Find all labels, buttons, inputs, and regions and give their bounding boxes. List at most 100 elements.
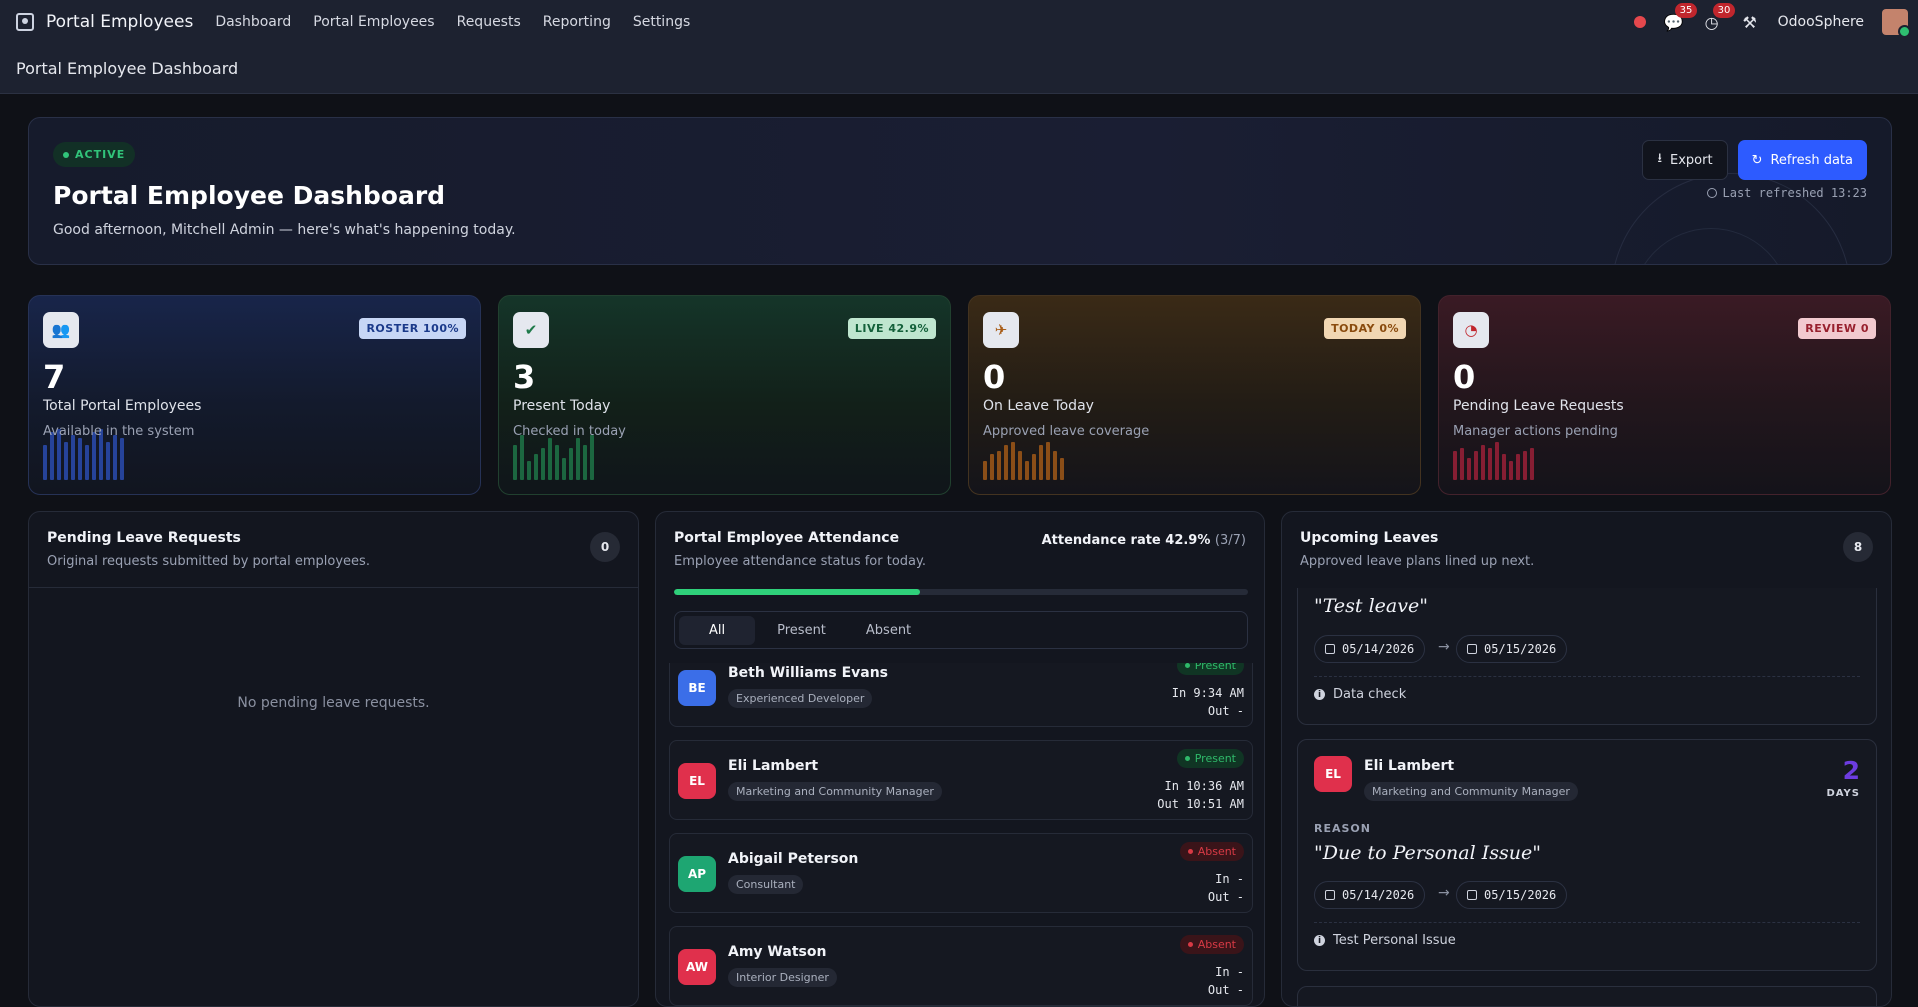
refresh-icon: ↻ xyxy=(1751,152,1763,168)
refresh-data-button[interactable]: ↻ Refresh data xyxy=(1737,140,1867,180)
check-times: In 10:36 AM Out 10:51 AM xyxy=(1157,777,1244,813)
kpi-on-leave-today[interactable]: ✈ TODAY 0% 0 On Leave Today Approved lea… xyxy=(968,295,1421,495)
check-out: Out - xyxy=(1207,890,1244,904)
sparkline-bar xyxy=(92,432,96,480)
status-dot-icon xyxy=(1184,756,1190,761)
sparkline-bar xyxy=(106,442,110,480)
nav-reporting[interactable]: Reporting xyxy=(543,14,611,30)
sparkline-bar xyxy=(1509,461,1513,480)
users-icon: 👥 xyxy=(43,312,79,348)
nav-settings[interactable]: Settings xyxy=(633,14,690,30)
app-icon[interactable] xyxy=(16,13,34,31)
status-dot-icon xyxy=(1187,849,1193,854)
app-brand[interactable]: Portal Employees xyxy=(46,12,193,32)
leave-days: 2 xyxy=(1842,756,1860,785)
kpi-total-employees[interactable]: 👥 ROSTER 100% 7 Total Portal Employees A… xyxy=(28,295,481,495)
kpi-value: 7 xyxy=(43,358,66,396)
status-dot-icon xyxy=(1184,663,1190,668)
nav-requests[interactable]: Requests xyxy=(457,14,521,30)
sparkline-bar xyxy=(1523,451,1527,480)
kpi-badge: ROSTER 100% xyxy=(359,318,466,339)
reason-label: REASON xyxy=(1314,822,1371,835)
info-icon: i xyxy=(1314,689,1325,700)
job-title-tag: Interior Designer xyxy=(728,968,837,987)
export-button[interactable]: ⭳ Export xyxy=(1642,140,1728,180)
calendar-icon xyxy=(1467,890,1477,900)
sparkline-bar xyxy=(1060,458,1064,480)
sparkline-bar xyxy=(562,458,566,480)
company-switcher[interactable]: OdooSphere xyxy=(1778,14,1864,30)
job-title-tag: Experienced Developer xyxy=(728,689,873,708)
check-out: Out - xyxy=(1207,983,1244,997)
avatar: AP xyxy=(678,856,716,892)
leave-card[interactable]: EL Eli Lambert Marketing and Community M… xyxy=(1297,739,1877,971)
sparkline-bar xyxy=(548,438,552,480)
attendance-rate-fraction: (3/7) xyxy=(1214,533,1246,548)
nav-dashboard[interactable]: Dashboard xyxy=(215,14,291,30)
attendance-panel: Portal Employee Attendance Employee atte… xyxy=(655,511,1265,1007)
attendance-row[interactable]: BE Beth Williams Evans Experienced Devel… xyxy=(669,663,1253,727)
top-navbar: Portal Employees Dashboard Portal Employ… xyxy=(0,0,1918,44)
status-label: ACTIVE xyxy=(75,148,126,161)
sparkline-bar xyxy=(513,445,517,480)
status-badge: Present xyxy=(1176,749,1244,768)
recording-dot-icon[interactable] xyxy=(1633,16,1646,28)
leave-note: i Data check xyxy=(1314,687,1406,702)
kpi-badge: TODAY 0% xyxy=(1324,318,1406,339)
messages-icon[interactable]: 💬 35 xyxy=(1664,3,1698,32)
page-title: Portal Employee Dashboard xyxy=(53,181,446,210)
date-to: 05/15/2026 xyxy=(1456,881,1568,909)
date-from-text: 05/14/2026 xyxy=(1342,642,1415,656)
sparkline-bar xyxy=(120,438,124,480)
refresh-label: Refresh data xyxy=(1770,152,1853,168)
calendar-icon xyxy=(1325,644,1335,654)
check-in: In - xyxy=(1215,965,1244,979)
tab-all[interactable]: All xyxy=(679,615,756,645)
clock-icon xyxy=(1706,188,1717,198)
attendance-row[interactable]: AW Amy Watson Interior Designer Absent I… xyxy=(669,926,1253,1006)
employee-name: Eli Lambert xyxy=(728,758,819,774)
check-out: Out 10:51 AM xyxy=(1157,797,1244,811)
sparkline-bar xyxy=(64,442,68,480)
sparkline-bar xyxy=(1488,448,1492,480)
kpi-pending-requests[interactable]: ◔ REVIEW 0 0 Pending Leave Requests Mana… xyxy=(1438,295,1891,495)
attendance-row[interactable]: EL Eli Lambert Marketing and Community M… xyxy=(669,740,1253,820)
sparkline-bar xyxy=(576,438,580,480)
sparkline-bar xyxy=(1018,451,1022,480)
calendar-icon xyxy=(1325,890,1335,900)
tab-absent[interactable]: Absent xyxy=(848,616,929,645)
status-label: Absent xyxy=(1197,845,1236,858)
sparkline-bar xyxy=(113,435,117,480)
kpi-value: 0 xyxy=(983,358,1006,396)
employee-name: Amy Watson xyxy=(728,944,827,960)
greeting-text: Good afternoon, Mitchell Admin — here's … xyxy=(53,222,516,238)
tab-present[interactable]: Present xyxy=(759,616,844,645)
sparkline-bar xyxy=(1460,448,1464,480)
panel-subtitle: Employee attendance status for today. xyxy=(674,554,926,569)
activities-icon[interactable]: ◷ 30 xyxy=(1702,3,1736,32)
attendance-row[interactable]: AP Abigail Peterson Consultant Absent In… xyxy=(669,833,1253,913)
attendance-rate: Attendance rate 42.9% (3/7) xyxy=(1042,533,1246,548)
sparkline-bar xyxy=(990,454,994,480)
kpi-present-today[interactable]: ✔ LIVE 42.9% 3 Present Today Checked in … xyxy=(498,295,951,495)
check-out: Out - xyxy=(1207,704,1244,718)
last-refreshed: Last refreshed 13:23 xyxy=(1706,186,1867,200)
employee-name: Eli Lambert xyxy=(1364,758,1455,774)
job-title-tag: Consultant xyxy=(728,875,804,894)
count-badge: 8 xyxy=(1843,532,1873,562)
panel-subtitle: Original requests submitted by portal em… xyxy=(47,554,370,569)
check-times: In - Out - xyxy=(1208,963,1244,999)
status-dot-icon xyxy=(1187,942,1193,947)
nav-portal-employees[interactable]: Portal Employees xyxy=(313,14,434,30)
sparkline-bar xyxy=(85,445,89,480)
kpi-value: 3 xyxy=(513,358,536,396)
leave-card[interactable]: REASON "Test leave" 05/14/2026 → 05/15/2… xyxy=(1297,588,1877,725)
leave-card[interactable] xyxy=(1297,986,1877,1006)
panel-title: Pending Leave Requests xyxy=(47,530,241,546)
alert-icon: ◔ xyxy=(1453,312,1489,348)
sparkline-bar xyxy=(1004,445,1008,480)
kpi-label: Pending Leave Requests xyxy=(1453,398,1624,414)
user-avatar[interactable] xyxy=(1882,9,1911,38)
check-icon: ✔ xyxy=(513,312,549,348)
tools-icon[interactable]: ⚒ xyxy=(1740,12,1760,32)
